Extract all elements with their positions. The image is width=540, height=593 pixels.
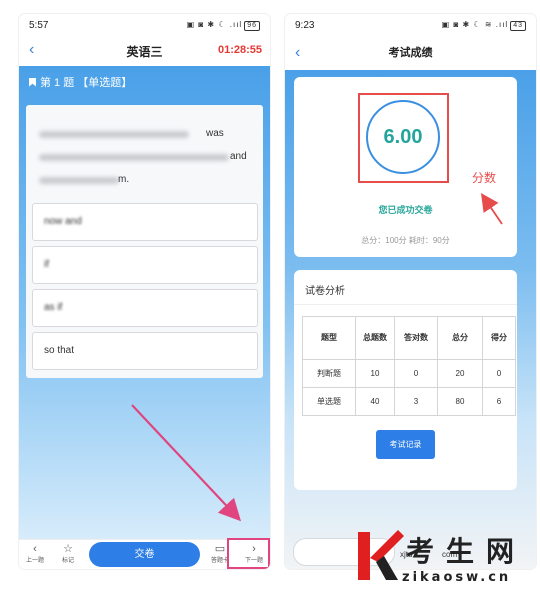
status-time: 9:23: [295, 19, 315, 31]
table-header: 总题数: [355, 316, 395, 360]
table-cell: 10: [355, 359, 395, 388]
status-bar: 9:23 ▣ ◙ ✱ ☾ ≋ .ııl 43: [285, 14, 536, 36]
exam-record-button[interactable]: 考试记录: [376, 430, 435, 459]
nav-bar: ‹ 英语三 01:28:55: [19, 36, 270, 66]
prev-label: 上一题: [25, 558, 44, 564]
blurred-text: [39, 154, 229, 161]
signal-icons: ▣ ◙ ✱ ☾ .ııl: [186, 19, 243, 29]
option-text: now and: [44, 216, 82, 227]
watermark-logo: xjtu com 考生网 zikaosw.cn: [354, 528, 540, 588]
option-d[interactable]: so that: [32, 332, 258, 370]
question-word: m.: [118, 174, 130, 185]
mark-label: 标记: [61, 558, 74, 564]
table-cell: 判断题: [302, 359, 356, 388]
success-message: 您已成功交卷: [378, 205, 433, 215]
table-header: 得分: [482, 316, 516, 360]
prev-question-button[interactable]: ‹ 上一题: [22, 543, 48, 564]
watermark-url: zikaosw.cn: [402, 570, 512, 585]
divider: [294, 304, 517, 305]
mark-button[interactable]: ☆ 标记: [55, 543, 81, 564]
nav-bar: ‹ 考试成绩: [285, 36, 536, 70]
exam-timer: 01:28:55: [217, 44, 262, 56]
exam-stats: 总分：100分 耗时：90分: [361, 236, 450, 245]
question-area: 第 1 题 【单选题】 was and m. now and if as if …: [19, 66, 270, 540]
table-header-row: 题型 总题数 答对数 总分 得分: [302, 316, 516, 360]
question-header: 第 1 题 【单选题】: [19, 66, 270, 98]
signal-icons: ▣ ◙ ✱ ☾ ≋ .ııl: [441, 19, 509, 29]
option-text: if: [44, 259, 49, 270]
analysis-table: 题型 总题数 答对数 总分 得分 判断题 10 0 20 0 单选题 40 3 …: [302, 316, 516, 416]
question-card: was and m. now and if as if so that: [26, 105, 263, 378]
table-header: 总分: [437, 316, 483, 360]
result-screen: 9:23 ▣ ◙ ✱ ☾ ≋ .ııl 43 ‹ 考试成绩 6.00 分数 您已成…: [285, 14, 536, 569]
battery-icon: 43: [510, 20, 526, 31]
table-header: 答对数: [394, 316, 438, 360]
table-cell: 0: [482, 359, 516, 388]
score-annotation-label: 分数: [472, 171, 497, 185]
table-row: 判断题 10 0 20 0: [302, 359, 516, 388]
submit-exam-button[interactable]: 交卷: [89, 542, 200, 567]
score-card: 6.00 分数 您已成功交卷 总分：100分 耗时：90分: [294, 77, 517, 257]
question-number: 第 1 题 【单选题】: [40, 77, 133, 89]
option-a[interactable]: now and: [32, 203, 258, 241]
analysis-title: 试卷分析: [305, 286, 345, 297]
chevron-left-icon: ‹: [33, 543, 37, 555]
back-arrow-icon[interactable]: ‹: [295, 44, 300, 62]
watermark-chinese: 考生网: [406, 535, 527, 568]
blurred-text: [39, 131, 189, 138]
table-cell: 0: [394, 359, 438, 388]
table-row: 单选题 40 3 80 6: [302, 387, 516, 416]
blurred-text: [39, 177, 119, 184]
bookmark-icon: [29, 77, 36, 87]
option-text: so that: [44, 345, 75, 356]
next-highlight-box: [227, 538, 270, 569]
table-cell: 单选题: [302, 387, 356, 416]
status-icons: ▣ ◙ ✱ ☾ ≋ .ııl 43: [442, 20, 526, 31]
table-header: 题型: [302, 316, 356, 360]
option-text: as if: [44, 302, 63, 313]
question-word: and: [230, 151, 247, 162]
k-logo-icon: [358, 530, 404, 580]
table-cell: 80: [437, 387, 483, 416]
status-bar: 5:57 ▣ ◙ ✱ ☾ .ııl 96: [19, 14, 270, 36]
option-b[interactable]: if: [32, 246, 258, 284]
table-cell: 6: [482, 387, 516, 416]
status-icons: ▣ ◙ ✱ ☾ .ııl 96: [187, 20, 260, 31]
exam-screen: 5:57 ▣ ◙ ✱ ☾ .ııl 96 ‹ 英语三 01:28:55 第 1 题…: [19, 14, 270, 569]
question-word: was: [206, 128, 224, 139]
score-highlight-box: [358, 93, 449, 183]
analysis-card: 试卷分析 题型 总题数 答对数 总分 得分 判断题 10 0 20 0 单选题 …: [294, 270, 517, 490]
page-title: 考试成绩: [388, 47, 433, 59]
option-c[interactable]: as if: [32, 289, 258, 327]
battery-icon: 96: [244, 20, 260, 31]
back-arrow-icon[interactable]: ‹: [29, 41, 34, 59]
table-cell: 40: [355, 387, 395, 416]
status-time: 5:57: [29, 19, 49, 31]
star-icon: ☆: [63, 543, 73, 555]
table-cell: 20: [437, 359, 483, 388]
table-cell: 3: [394, 387, 438, 416]
